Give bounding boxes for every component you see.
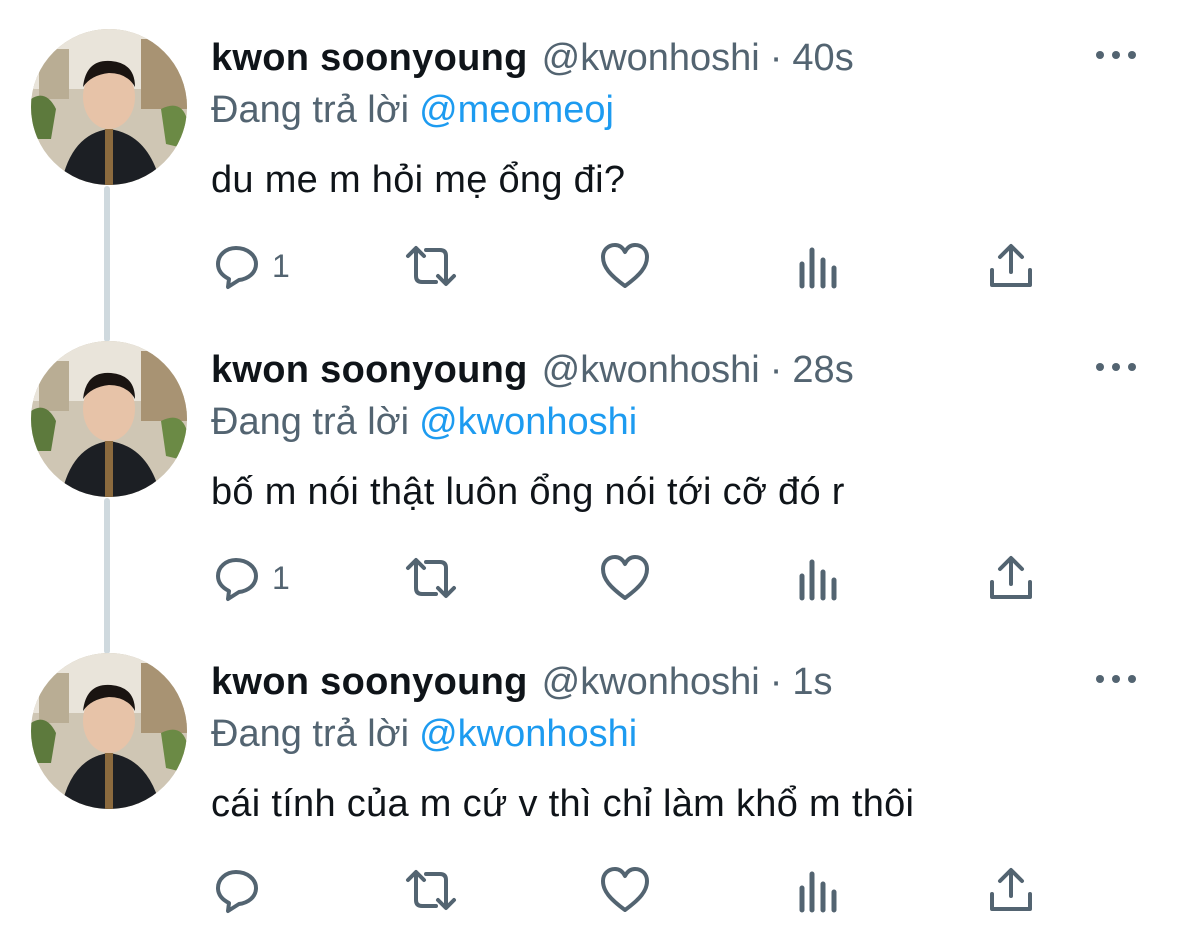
- avatar[interactable]: [31, 653, 187, 809]
- more-icon[interactable]: [1096, 664, 1136, 694]
- reply-icon: [216, 870, 258, 913]
- reply-button[interactable]: 1: [214, 552, 290, 604]
- reply-to-handle[interactable]: @kwonhoshi: [419, 401, 637, 443]
- display-name[interactable]: kwon soonyoung: [211, 349, 528, 391]
- replying-to: Đang trả lời @kwonhoshi: [211, 710, 637, 758]
- action-bar: 1: [0, 552, 1179, 604]
- reply-count: 1: [272, 247, 290, 284]
- like-button[interactable]: [600, 240, 650, 292]
- retweet-icon: [406, 246, 456, 286]
- retweet-button[interactable]: [402, 864, 460, 916]
- action-bar: [0, 864, 1179, 916]
- heart-icon: [601, 555, 649, 600]
- timestamp[interactable]: 1s: [792, 661, 832, 703]
- separator: ·: [769, 37, 783, 79]
- tweet-header: kwon soonyoung @kwonhoshi · 1s: [211, 658, 833, 706]
- replying-to: Đang trả lời @meomeoj: [211, 86, 614, 134]
- display-name[interactable]: kwon soonyoung: [211, 661, 528, 703]
- analytics-icon: [799, 247, 837, 289]
- tweet-text: cái tính của m cứ v thì chỉ làm khổ m th…: [211, 783, 915, 825]
- tweet[interactable]: kwon soonyoung @kwonhoshi · 40s Đang trả lờ…: [0, 0, 1179, 312]
- tweet-text: bố m nói thật luôn ổng nói tới cỡ đó r: [211, 471, 845, 513]
- separator: ·: [769, 349, 783, 391]
- reply-icon: [216, 246, 258, 289]
- like-button[interactable]: [600, 864, 650, 916]
- share-button[interactable]: [988, 864, 1034, 916]
- reply-count: 1: [272, 559, 290, 596]
- avatar[interactable]: [31, 341, 187, 497]
- retweet-icon: [406, 558, 456, 598]
- avatar-photo: [31, 29, 187, 185]
- display-name[interactable]: kwon soonyoung: [211, 37, 528, 79]
- reply-icon: [216, 558, 258, 601]
- tweet-text: du me m hỏi mẹ ổng đi?: [211, 159, 626, 201]
- replying-to: Đang trả lời @kwonhoshi: [211, 398, 637, 446]
- views-button[interactable]: [798, 864, 840, 916]
- separator: ·: [769, 661, 783, 703]
- analytics-icon: [799, 559, 837, 601]
- more-icon[interactable]: [1096, 40, 1136, 70]
- reply-prefix: Đang trả lời: [211, 89, 410, 131]
- user-handle[interactable]: @kwonhoshi: [542, 661, 760, 703]
- reply-button[interactable]: [214, 864, 272, 916]
- timestamp[interactable]: 28s: [792, 349, 853, 391]
- tweet-header: kwon soonyoung @kwonhoshi · 40s: [211, 34, 854, 82]
- reply-prefix: Đang trả lời: [211, 713, 410, 755]
- share-icon: [990, 244, 1032, 287]
- views-button[interactable]: [798, 240, 840, 292]
- more-icon[interactable]: [1096, 352, 1136, 382]
- user-handle[interactable]: @kwonhoshi: [542, 37, 760, 79]
- views-button[interactable]: [798, 552, 840, 604]
- avatar-photo: [31, 341, 187, 497]
- reply-to-handle[interactable]: @kwonhoshi: [419, 713, 637, 755]
- like-button[interactable]: [600, 552, 650, 604]
- retweet-button[interactable]: [402, 552, 460, 604]
- analytics-icon: [799, 871, 837, 913]
- reply-prefix: Đang trả lời: [211, 401, 410, 443]
- avatar-photo: [31, 653, 187, 809]
- share-button[interactable]: [988, 240, 1034, 292]
- action-bar: 1: [0, 240, 1179, 292]
- timestamp[interactable]: 40s: [792, 37, 853, 79]
- heart-icon: [601, 867, 649, 912]
- share-icon: [990, 556, 1032, 599]
- tweet-header: kwon soonyoung @kwonhoshi · 28s: [211, 346, 854, 394]
- user-handle[interactable]: @kwonhoshi: [542, 349, 760, 391]
- reply-to-handle[interactable]: @meomeoj: [419, 89, 614, 131]
- retweet-button[interactable]: [402, 240, 460, 292]
- heart-icon: [601, 243, 649, 288]
- reply-button[interactable]: 1: [214, 240, 290, 292]
- retweet-icon: [406, 870, 456, 910]
- tweet[interactable]: kwon soonyoung @kwonhoshi · 1s Đang trả lời…: [0, 624, 1179, 936]
- avatar[interactable]: [31, 29, 187, 185]
- share-icon: [990, 868, 1032, 911]
- share-button[interactable]: [988, 552, 1034, 604]
- tweet[interactable]: kwon soonyoung @kwonhoshi · 28s Đang trả lờ…: [0, 312, 1179, 624]
